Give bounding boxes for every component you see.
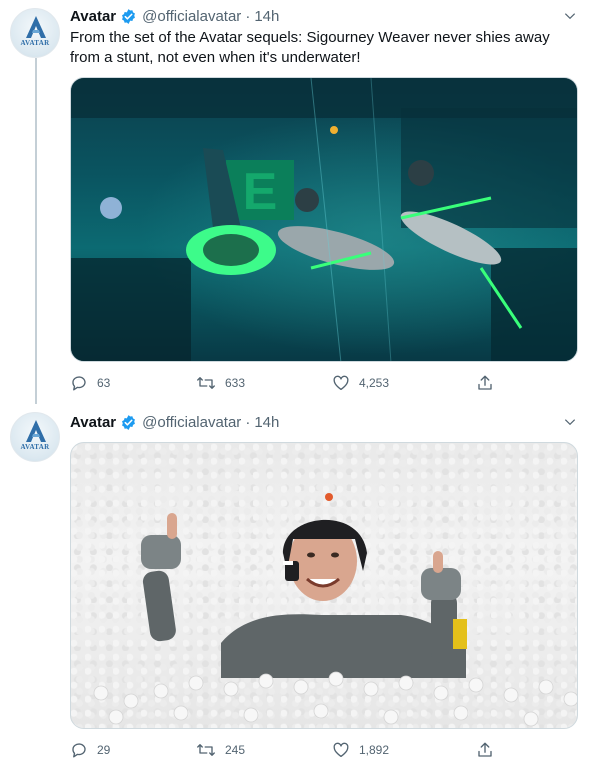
reply-count: 29 bbox=[97, 743, 111, 757]
verified-badge-icon bbox=[120, 414, 137, 431]
tweet-actions: 63 633 4,253 bbox=[70, 373, 500, 393]
verified-badge-icon bbox=[120, 8, 137, 25]
share-button[interactable] bbox=[476, 373, 494, 393]
retweet-icon bbox=[197, 744, 215, 756]
like-count: 1,892 bbox=[359, 743, 390, 757]
share-button[interactable] bbox=[476, 740, 494, 760]
chevron-down-icon bbox=[564, 13, 576, 20]
reply-button[interactable]: 63 bbox=[70, 373, 110, 393]
retweet-button[interactable]: 245 bbox=[196, 740, 245, 760]
thread-connector-line bbox=[35, 58, 37, 404]
tweet-header: Avatar @officialavatar · 14h bbox=[70, 6, 279, 26]
set-sign-letter: E bbox=[243, 163, 278, 221]
timestamp[interactable]: 14h bbox=[254, 8, 279, 25]
tweet-actions: 29 245 1,892 bbox=[70, 740, 500, 760]
underwater-set-scene: E bbox=[71, 78, 577, 361]
reply-icon bbox=[72, 376, 86, 391]
like-button[interactable]: 1,892 bbox=[332, 740, 389, 760]
author-name[interactable]: Avatar bbox=[70, 414, 116, 431]
like-icon bbox=[333, 742, 349, 758]
retweet-count: 633 bbox=[225, 376, 246, 390]
share-icon bbox=[478, 742, 492, 757]
like-button[interactable]: 4,253 bbox=[332, 373, 389, 393]
reply-count: 63 bbox=[97, 376, 111, 390]
avatar[interactable]: AVATAR bbox=[10, 8, 60, 58]
tweet-photo-underwater[interactable]: E bbox=[70, 77, 578, 362]
tweet-text: From the set of the Avatar sequels: Sigo… bbox=[70, 29, 550, 66]
timestamp[interactable]: 14h bbox=[254, 414, 279, 431]
avatar-wordmark: AVATAR bbox=[20, 443, 50, 451]
more-options-button[interactable] bbox=[560, 412, 580, 432]
avatar[interactable]: AVATAR bbox=[10, 412, 60, 462]
author-handle[interactable]: @officialavatar bbox=[142, 8, 241, 25]
reply-button[interactable]: 29 bbox=[70, 740, 110, 760]
avatar-a-logo-icon bbox=[26, 16, 46, 38]
retweet-icon bbox=[197, 377, 215, 389]
tweet-header: Avatar @officialavatar · 14h bbox=[70, 412, 279, 432]
author-name[interactable]: Avatar bbox=[70, 8, 116, 25]
avatar-a-logo-icon bbox=[26, 420, 46, 442]
like-icon bbox=[333, 375, 349, 391]
more-options-button[interactable] bbox=[560, 6, 580, 26]
author-handle[interactable]: @officialavatar bbox=[142, 414, 241, 431]
separator-dot: · bbox=[245, 413, 251, 431]
retweet-count: 245 bbox=[225, 743, 246, 757]
tweet-photo-ball-pit[interactable] bbox=[70, 442, 578, 729]
retweet-button[interactable]: 633 bbox=[196, 373, 245, 393]
reply-icon bbox=[72, 743, 86, 758]
chevron-down-icon bbox=[564, 419, 576, 426]
share-icon bbox=[478, 375, 492, 390]
ball-pit-scene bbox=[93, 493, 577, 727]
like-count: 4,253 bbox=[359, 376, 390, 390]
avatar-wordmark: AVATAR bbox=[20, 39, 50, 47]
separator-dot: · bbox=[245, 7, 251, 25]
